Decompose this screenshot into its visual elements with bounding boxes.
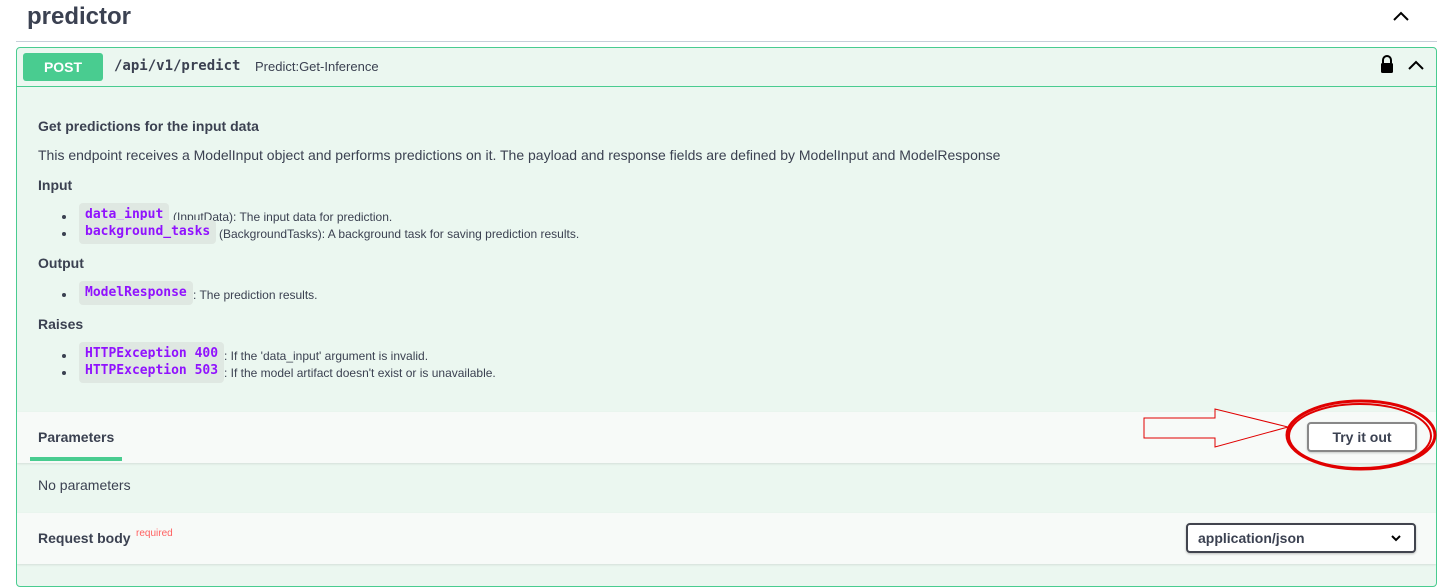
- content-type-value: application/json: [1198, 530, 1305, 546]
- operation-block: POST /api/v1/predict Predict:Get-Inferen…: [16, 47, 1437, 587]
- tag-title: predictor: [27, 3, 132, 30]
- required-label: required: [136, 528, 173, 539]
- code-background-tasks: background_tasks: [79, 220, 217, 244]
- tab-parameters[interactable]: Parameters: [38, 429, 114, 445]
- code-model-response: ModelResponse: [79, 281, 193, 305]
- chevron-down-icon: [1391, 535, 1401, 542]
- input-heading: Input: [38, 177, 73, 193]
- list-item-text: : If the model artifact doesn't exist or…: [224, 366, 496, 380]
- bullet: [62, 293, 66, 297]
- description-heading: Get predictions for the input data: [38, 118, 259, 134]
- lock-icon[interactable]: [1379, 54, 1395, 76]
- output-heading: Output: [38, 255, 84, 271]
- operation-summary[interactable]: POST /api/v1/predict Predict:Get-Inferen…: [17, 48, 1436, 87]
- request-body-header: Request body required application/json: [17, 513, 1436, 564]
- bullet: [62, 354, 66, 358]
- chevron-up-icon[interactable]: [1405, 55, 1427, 75]
- no-parameters-text: No parameters: [38, 477, 131, 493]
- chevron-up-icon[interactable]: [1390, 6, 1412, 28]
- bullet: [62, 371, 66, 375]
- bullet: [62, 215, 66, 219]
- code-http-503: HTTPException 503: [79, 359, 225, 383]
- request-body-title: Request body: [38, 530, 131, 546]
- content-type-select[interactable]: application/json: [1186, 523, 1416, 553]
- active-tab-indicator: [30, 457, 122, 461]
- description-intro: This endpoint receives a ModelInput obje…: [38, 147, 1001, 163]
- try-it-out-button[interactable]: Try it out: [1307, 422, 1417, 452]
- list-item-text: (BackgroundTasks): A background task for…: [219, 227, 580, 241]
- bullet: [62, 232, 66, 236]
- parameters-section-header: Parameters Try it out: [17, 412, 1436, 463]
- raises-heading: Raises: [38, 316, 84, 332]
- list-item-text: : If the 'data_input' argument is invali…: [224, 349, 429, 363]
- list-item-text: : The prediction results.: [193, 288, 318, 302]
- method-badge: POST: [23, 53, 103, 81]
- operation-path: /api/v1/predict: [114, 58, 241, 74]
- tag-header[interactable]: predictor: [16, 0, 1437, 42]
- operation-summary-text: Predict:Get-Inference: [255, 59, 379, 74]
